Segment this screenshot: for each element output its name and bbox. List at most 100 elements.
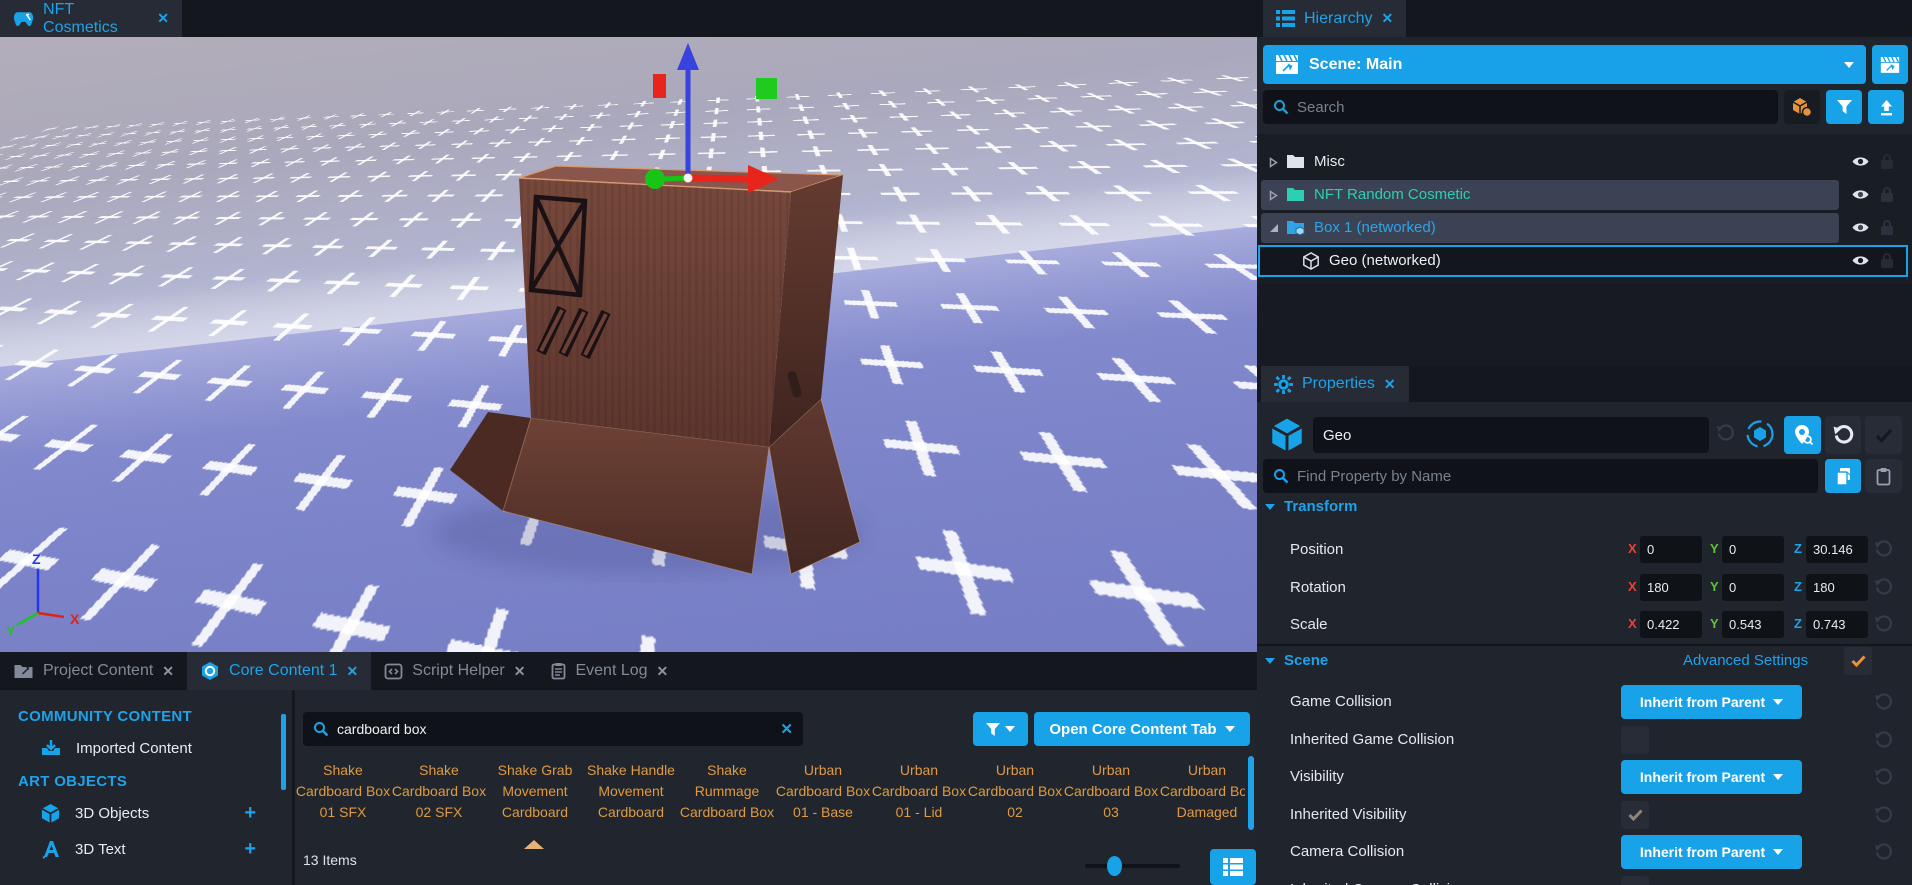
- gizmo-y-handle[interactable]: [645, 169, 665, 189]
- tree-row-misc[interactable]: Misc: [1257, 146, 1912, 178]
- sidebar-item-3d-text[interactable]: 3D Text +: [0, 834, 292, 864]
- scene-viewport[interactable]: Z X Y: [0, 37, 1257, 652]
- tab-properties[interactable]: Properties ✕: [1261, 366, 1409, 402]
- scene-selector[interactable]: Scene: Main: [1263, 45, 1866, 84]
- sidebar-item-imported-content[interactable]: Imported Content: [0, 733, 292, 763]
- default-asset-button[interactable]: [1784, 90, 1820, 124]
- content-search-input[interactable]: cardboard box ✕: [303, 712, 803, 746]
- reset-row-icon[interactable]: [1874, 843, 1893, 862]
- view-mode-button[interactable]: [1210, 849, 1256, 885]
- find-property-input[interactable]: Find Property by Name: [1263, 459, 1818, 493]
- cards-scrollbar[interactable]: [1248, 756, 1254, 830]
- gizmo-plane-handle-green[interactable]: [756, 78, 777, 99]
- reset-row-icon[interactable]: [1874, 578, 1893, 597]
- apply-button[interactable]: [1865, 416, 1902, 454]
- tab-event-log[interactable]: Event Log ✕: [538, 652, 681, 690]
- tab-script-helper[interactable]: Script Helper ✕: [371, 652, 538, 690]
- lock-icon[interactable]: [1880, 186, 1894, 203]
- reset-row-icon[interactable]: [1874, 768, 1893, 787]
- asset-card[interactable]: Urban Cardboard Box 02: [967, 750, 1063, 832]
- close-icon[interactable]: ✕: [514, 663, 526, 680]
- visibility-eye-icon[interactable]: [1851, 154, 1870, 169]
- section-collapse-icon[interactable]: [1265, 658, 1275, 664]
- tab-core-content-1[interactable]: Core Content 1 ✕: [187, 652, 371, 690]
- visibility-dropdown[interactable]: Inherit from Parent: [1621, 760, 1802, 794]
- close-icon[interactable]: ✕: [157, 10, 169, 27]
- visibility-eye-icon[interactable]: [1851, 187, 1870, 202]
- scale-y-input[interactable]: 0.543: [1722, 611, 1784, 638]
- advanced-settings-checkbox[interactable]: [1844, 647, 1872, 675]
- collapse-arrow-icon[interactable]: [1269, 223, 1279, 233]
- visibility-eye-icon[interactable]: [1851, 220, 1870, 235]
- publish-upload-button[interactable]: [1868, 90, 1904, 124]
- scene-section-header[interactable]: Scene Advanced Settings: [1265, 652, 1905, 669]
- filter-button[interactable]: [973, 712, 1028, 746]
- scale-z-input[interactable]: 0.743: [1806, 611, 1868, 638]
- scene-settings-button[interactable]: [1872, 45, 1908, 84]
- tree-row-geo-selected[interactable]: Geo (networked): [1257, 245, 1912, 277]
- close-icon[interactable]: ✕: [1384, 376, 1396, 393]
- sidebar-scrollbar[interactable]: [281, 714, 286, 790]
- asset-card[interactable]: Shake Handle Movement Cardboard: [583, 750, 679, 832]
- rotation-z-input[interactable]: 180: [1806, 574, 1868, 601]
- add-icon[interactable]: +: [244, 838, 256, 861]
- close-icon[interactable]: ✕: [162, 663, 174, 680]
- position-x-input[interactable]: 0: [1640, 536, 1702, 563]
- reset-row-icon[interactable]: [1874, 540, 1893, 559]
- reset-button[interactable]: [1825, 416, 1861, 454]
- thumbnail-size-slider[interactable]: [1085, 864, 1180, 868]
- tree-row-box-1[interactable]: Box 1 (networked): [1257, 212, 1912, 244]
- inherited-visibility-checkbox[interactable]: [1621, 801, 1649, 829]
- lock-icon[interactable]: [1880, 219, 1894, 236]
- asset-card[interactable]: Shake Cardboard Box 02 SFX: [391, 750, 487, 832]
- asset-card[interactable]: Urban Cardboard Box 01 - Base: [775, 750, 871, 832]
- inherited-game-collision-checkbox[interactable]: [1621, 726, 1649, 754]
- asset-card[interactable]: Shake Rummage Cardboard Box: [679, 750, 775, 832]
- clear-search-icon[interactable]: ✕: [780, 720, 793, 738]
- reset-row-icon[interactable]: [1874, 615, 1893, 634]
- camera-collision-dropdown[interactable]: Inherit from Parent: [1621, 835, 1802, 869]
- lock-icon[interactable]: [1880, 252, 1894, 269]
- position-y-input[interactable]: 0: [1722, 536, 1784, 563]
- cardboard-box-object[interactable]: [450, 166, 860, 574]
- tab-hierarchy[interactable]: Hierarchy ✕: [1263, 0, 1406, 37]
- reset-row-icon[interactable]: [1874, 806, 1893, 825]
- lock-icon[interactable]: [1880, 153, 1894, 170]
- asset-card[interactable]: Shake Cardboard Box 01 SFX: [295, 750, 391, 832]
- close-icon[interactable]: ✕: [1381, 10, 1393, 27]
- game-collision-dropdown[interactable]: Inherit from Parent: [1621, 685, 1802, 719]
- asset-card[interactable]: Urban Cardboard Box 01 - Lid: [871, 750, 967, 832]
- reset-row-icon[interactable]: [1874, 731, 1893, 750]
- hierarchy-search-input[interactable]: Search: [1263, 90, 1778, 124]
- hierarchy-filter-button[interactable]: [1826, 90, 1862, 124]
- rotation-y-input[interactable]: 0: [1722, 574, 1784, 601]
- rotation-x-input[interactable]: 180: [1640, 574, 1702, 601]
- visibility-eye-icon[interactable]: [1851, 253, 1870, 268]
- tab-project-content[interactable]: Project Content ✕: [0, 652, 187, 690]
- advanced-settings-link[interactable]: Advanced Settings: [1683, 652, 1808, 669]
- copy-properties-button[interactable]: [1825, 459, 1861, 493]
- asset-card[interactable]: Urban Cardboard Box 03: [1063, 750, 1159, 832]
- add-icon[interactable]: +: [244, 802, 256, 825]
- tree-row-nft-random-cosmetic[interactable]: NFT Random Cosmetic: [1257, 179, 1912, 211]
- gizmo-z-arrow[interactable]: [677, 43, 699, 70]
- asset-card[interactable]: Urban Cardboard Box Damaged: [1159, 750, 1245, 832]
- deinstance-icon[interactable]: [1744, 418, 1776, 450]
- transform-section-header[interactable]: Transform: [1265, 498, 1357, 515]
- open-core-content-tab-button[interactable]: Open Core Content Tab: [1034, 712, 1250, 746]
- find-in-scene-button[interactable]: [1784, 416, 1821, 454]
- section-collapse-icon[interactable]: [1265, 504, 1275, 510]
- paste-properties-button[interactable]: [1865, 459, 1902, 493]
- close-icon[interactable]: ✕: [657, 663, 669, 680]
- reset-row-icon[interactable]: [1874, 693, 1893, 712]
- gizmo-plane-handle-red[interactable]: [653, 74, 666, 98]
- asset-card[interactable]: Shake Grab Movement Cardboard: [487, 750, 583, 832]
- expand-arrow-icon[interactable]: [1269, 190, 1278, 201]
- position-z-input[interactable]: 30.146: [1806, 536, 1868, 563]
- scale-x-input[interactable]: 0.422: [1640, 611, 1702, 638]
- sidebar-item-3d-objects[interactable]: 3D Objects +: [0, 798, 292, 828]
- inherited-camera-collision-checkbox[interactable]: [1621, 876, 1649, 885]
- object-name-input[interactable]: Geo: [1313, 417, 1709, 453]
- slider-thumb[interactable]: [1107, 856, 1122, 876]
- close-icon[interactable]: ✕: [347, 663, 359, 680]
